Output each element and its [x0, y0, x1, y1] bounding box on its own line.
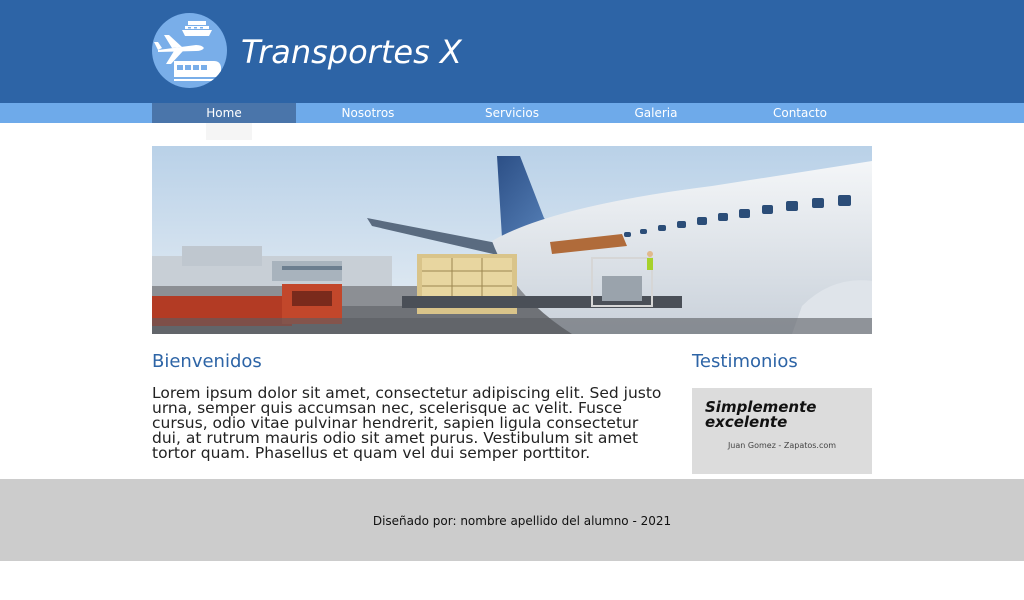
nav-item-nosotros[interactable]: Nosotros: [296, 103, 440, 123]
testimonial-quote: Simplemente excelente: [705, 398, 817, 431]
testimonial-author: Juan Gomez - Zapatos.com: [727, 441, 837, 450]
site-footer: Diseñado por: nombre apellido del alumno…: [0, 479, 1024, 561]
nav-item-home[interactable]: Home: [152, 103, 296, 123]
nav-item-contacto[interactable]: Contacto: [728, 103, 872, 123]
testimonials-heading: Testimonios: [692, 351, 798, 372]
welcome-heading: Bienvenidos: [152, 351, 262, 372]
site-header: Transportes X: [0, 0, 1024, 103]
nav-hover-shadow: [206, 123, 252, 140]
nav-item-galeria[interactable]: Galeria: [584, 103, 728, 123]
testimonial-card: Simplemente excelente Juan Gomez - Zapat…: [692, 388, 872, 474]
nav-item-servicios[interactable]: Servicios: [440, 103, 584, 123]
main-nav: Home Nosotros Servicios Galeria Contacto: [0, 103, 1024, 123]
welcome-paragraph: Lorem ipsum dolor sit amet, consectetur …: [152, 384, 662, 462]
hero-image: [152, 146, 872, 334]
site-title: Transportes X: [241, 33, 462, 71]
logo-icon[interactable]: [152, 13, 227, 88]
footer-credit: Diseñado por: nombre apellido del alumno…: [372, 514, 672, 528]
